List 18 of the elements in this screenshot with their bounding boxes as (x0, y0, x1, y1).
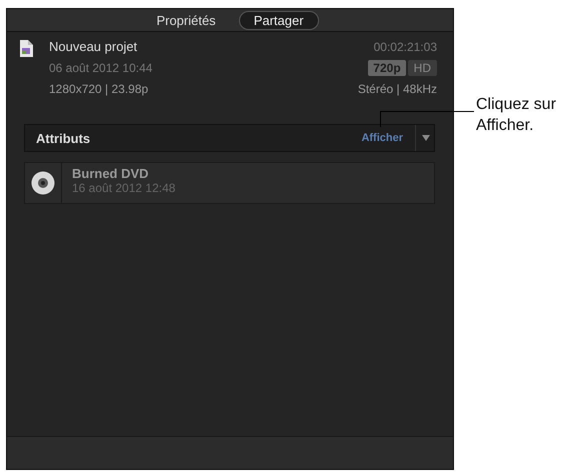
share-title: Burned DVD (72, 166, 150, 181)
caret-icon[interactable] (422, 135, 430, 141)
quality-badge: HD (408, 60, 437, 76)
show-button[interactable]: Afficher (349, 125, 416, 151)
format-badge: 720p (368, 60, 406, 76)
tab[interactable]: Propriétés (141, 10, 231, 30)
share-date: 16 août 2012 12:48 (72, 181, 176, 195)
project-date: 06 août 2012 10:44 (49, 60, 152, 74)
video-format: 1280x720 | 23.98p (49, 82, 148, 96)
tab[interactable]: Partager (238, 10, 319, 30)
callout-text: Cliquez sur Afficher. (476, 95, 558, 136)
project-name: Nouveau projet (49, 39, 138, 54)
document-icon (19, 40, 33, 57)
share-item[interactable]: Burned DVD 16 août 2012 12:48 (24, 162, 435, 204)
audio-format: Stéréo | 48kHz (358, 82, 437, 96)
attributes-label: Attributs (36, 130, 92, 146)
project-duration: 00:02:21:03 (374, 40, 437, 54)
disc-icon (31, 171, 55, 195)
